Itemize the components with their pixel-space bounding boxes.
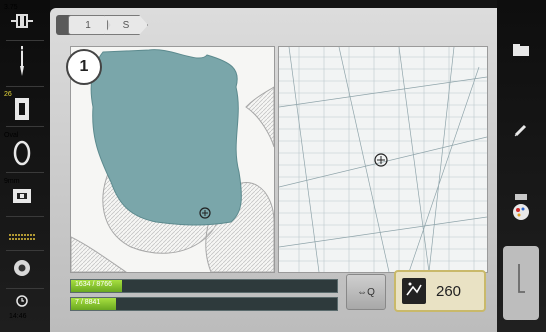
stitch-plate-label: 9mm [4,178,20,185]
hoop-label: Oval [4,132,19,139]
zoom-button[interactable]: ⇔Q [346,274,386,310]
presser-foot-number: 26 [4,91,12,98]
view-number-badge: 1 [66,49,102,85]
color-palette-icon[interactable] [503,192,539,224]
stitch-counter-value: 260 [436,283,462,300]
feed-dog-icon[interactable] [0,228,44,246]
clock-time: 14:46 [9,313,27,320]
right-tool-bar [497,0,546,332]
transport-button[interactable] [503,246,539,320]
stitch-progress-bar[interactable]: 1634 / 8766 [70,279,338,293]
main-panel: 1 S 1 1634 / 8766 7 / 8841 ⇔Q 260 [50,8,497,332]
color-progress-text: 7 / 8841 [75,299,101,306]
clock-icon [0,294,44,312]
stitch-detail-view[interactable] [278,46,488,273]
tension-icon[interactable] [0,12,44,35]
needle-icon[interactable] [0,46,44,83]
color-progress-bar[interactable]: 7 / 8841 [70,297,338,311]
tension-value: 3.75 [4,4,18,11]
hoop-icon[interactable] [0,140,44,171]
embroidery-preview[interactable] [70,46,275,273]
stitch-icon [402,278,426,304]
folder-icon[interactable] [503,34,539,66]
stitch-plate-icon[interactable] [0,188,44,209]
left-status-bar: 3.75 26 Oval 9mm 14:46 [0,0,50,332]
breadcrumb-item-2[interactable]: S [104,15,148,35]
stitch-progress-text: 1634 / 8766 [75,281,112,288]
embroidery-screen: 3.75 26 Oval 9mm 14:46 1 S 1 1634 / 8766… [0,0,546,332]
bobbin-icon[interactable] [0,258,44,283]
stitch-counter-button[interactable]: 260 [394,270,486,312]
breadcrumb-item-1[interactable]: 1 [68,15,108,35]
presser-foot-icon[interactable] [0,98,44,125]
pencil-icon[interactable] [503,114,539,146]
